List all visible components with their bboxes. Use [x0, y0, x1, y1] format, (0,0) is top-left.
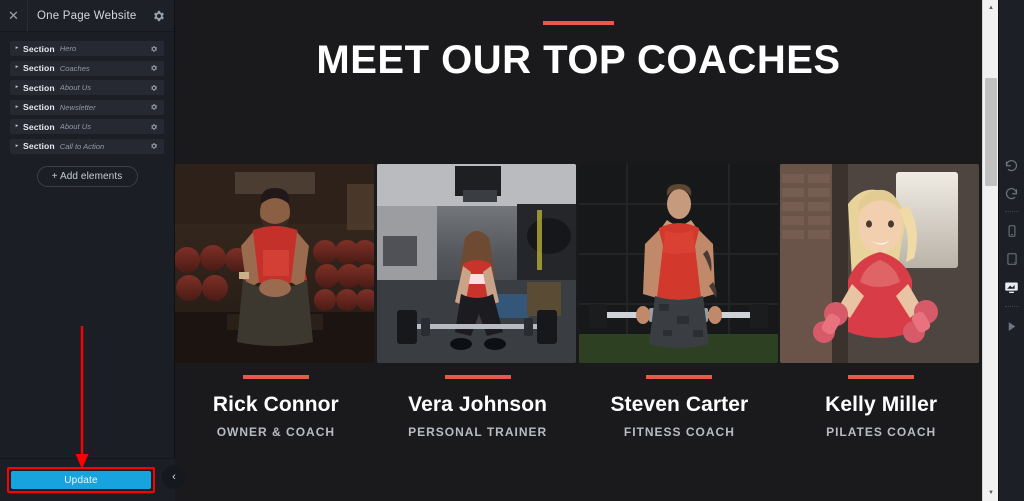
- panel-header: ✕ One Page Website: [0, 0, 174, 32]
- section-row[interactable]: ▸ Section Coaches: [10, 60, 164, 76]
- page-content: MEET OUR TOP COACHES Rick Connor OWNER &…: [175, 21, 982, 439]
- coach-photo-illustration: [578, 164, 778, 363]
- tablet-view-icon[interactable]: [999, 245, 1024, 273]
- mobile-view-icon[interactable]: [999, 217, 1024, 245]
- add-elements-button[interactable]: + Add elements: [36, 165, 138, 187]
- gear-icon[interactable]: [147, 119, 161, 134]
- expand-caret-icon[interactable]: ▸: [11, 65, 23, 71]
- section-name-label: Coaches: [59, 63, 90, 73]
- section-name-label: Hero: [59, 44, 77, 53]
- coach-name: Vera Johnson: [408, 393, 548, 416]
- section-row[interactable]: ▸ Section Hero: [10, 41, 164, 56]
- expand-caret-icon[interactable]: ▸: [11, 104, 23, 111]
- preview-play-icon[interactable]: [999, 312, 1024, 340]
- coach-card[interactable]: Steven Carter FITNESS COACH: [578, 164, 781, 439]
- heading-accent-divider: [543, 21, 614, 25]
- gear-icon[interactable]: [147, 139, 161, 154]
- gear-icon[interactable]: [144, 0, 174, 32]
- coaches-grid: Rick Connor OWNER & COACH Vera Johnson P…: [175, 164, 982, 439]
- page-title: MEET OUR TOP COACHES: [316, 38, 841, 82]
- gear-icon[interactable]: [147, 80, 161, 95]
- coach-card[interactable]: Rick Connor OWNER & COACH: [175, 164, 377, 439]
- coach-photo-illustration: [175, 164, 374, 363]
- coach-role: FITNESS COACH: [623, 425, 735, 439]
- gear-icon-glyph: [151, 65, 158, 72]
- update-button[interactable]: Update: [11, 471, 151, 489]
- expand-caret-icon[interactable]: ▸: [11, 143, 23, 150]
- gear-icon[interactable]: [147, 100, 161, 115]
- coach-accent-divider: [646, 375, 713, 379]
- section-type-label: Section: [23, 121, 55, 132]
- section-name-label: Call to Action: [59, 141, 105, 151]
- expand-caret-icon[interactable]: ▸: [11, 84, 23, 91]
- coach-role: PILATES COACH: [826, 425, 937, 439]
- section-row[interactable]: ▸ Section About Us: [10, 80, 164, 96]
- coach-photo-illustration: [376, 164, 576, 363]
- section-row[interactable]: ▸ Section Call to Action: [10, 138, 164, 154]
- desktop-view-icon[interactable]: [999, 273, 1024, 301]
- gear-icon[interactable]: [147, 61, 161, 76]
- gear-icon-glyph: [151, 84, 158, 91]
- section-name-label: About Us: [59, 83, 91, 93]
- right-toolbar: [998, 0, 1024, 501]
- section-type-label: Section: [23, 63, 55, 74]
- coach-photo-gym-dumbbells[interactable]: [175, 164, 374, 363]
- coach-role: OWNER & COACH: [216, 425, 336, 439]
- preview-play-icon-glyph: [1008, 321, 1016, 331]
- website-preview-canvas[interactable]: MEET OUR TOP COACHES Rick Connor OWNER &…: [175, 0, 982, 501]
- redo-icon[interactable]: [999, 178, 1024, 206]
- collapse-sidebar-button[interactable]: ‹: [162, 465, 186, 489]
- gear-icon[interactable]: [147, 41, 161, 56]
- toolbar-divider: [1004, 211, 1019, 212]
- canvas-scrollbar[interactable]: ▲ ▼: [982, 0, 998, 501]
- gear-icon-glyph: [151, 123, 158, 130]
- toolbar-divider: [1004, 306, 1019, 307]
- undo-icon[interactable]: [999, 150, 1024, 178]
- panel-title: One Page Website: [37, 9, 137, 22]
- gear-icon-glyph: [151, 104, 158, 111]
- undo-icon-glyph: [1005, 159, 1018, 171]
- scroll-up-arrow-icon[interactable]: ▲: [983, 0, 999, 16]
- coach-photo-illustration: [780, 164, 980, 363]
- left-sidebar: ✕ One Page Website ▸ Section Hero ▸ Sect…: [0, 0, 175, 501]
- section-name-label: Newsletter: [59, 102, 96, 112]
- expand-caret-icon[interactable]: ▸: [11, 45, 23, 52]
- gear-icon-glyph: [151, 45, 158, 52]
- coach-card[interactable]: Vera Johnson PERSONAL TRAINER: [376, 164, 579, 439]
- coach-role: PERSONAL TRAINER: [408, 425, 548, 439]
- annotation-arrow-icon: [75, 326, 89, 469]
- coach-accent-divider: [444, 375, 511, 379]
- mobile-view-icon-glyph: [1008, 225, 1015, 237]
- redo-icon-glyph: [1005, 187, 1018, 199]
- close-icon[interactable]: ✕: [0, 0, 28, 32]
- expand-caret-icon[interactable]: ▸: [11, 124, 23, 130]
- panel-footer: Update: [0, 458, 175, 501]
- section-name-label: About Us: [59, 122, 91, 132]
- coach-name: Kelly Miller: [825, 393, 938, 416]
- coach-name: Steven Carter: [610, 393, 749, 416]
- coach-card[interactable]: Kelly Miller PILATES COACH: [780, 164, 982, 439]
- desktop-view-icon-glyph: [1005, 282, 1018, 293]
- coach-accent-divider: [848, 375, 915, 379]
- coach-name: Rick Connor: [212, 393, 339, 416]
- section-type-label: Section: [23, 43, 55, 54]
- tablet-view-icon-glyph: [1006, 253, 1017, 265]
- section-type-label: Section: [23, 82, 55, 93]
- coach-accent-divider: [242, 375, 309, 379]
- gear-icon-glyph: [151, 143, 158, 150]
- section-row[interactable]: ▸ Section Newsletter: [10, 99, 164, 115]
- section-row[interactable]: ▸ Section About Us: [10, 119, 164, 135]
- website-builder-app: ✕ One Page Website ▸ Section Hero ▸ Sect…: [0, 0, 1024, 501]
- scroll-down-arrow-icon[interactable]: ▼: [983, 485, 999, 501]
- section-type-label: Section: [23, 102, 55, 113]
- coach-photo-barbell-curl[interactable]: [578, 164, 778, 363]
- gear-icon-glyph: [154, 10, 164, 21]
- section-list: ▸ Section Hero ▸ Section Coaches ▸ Secti…: [0, 32, 174, 154]
- coach-photo-dumbbells-brick[interactable]: [780, 164, 980, 363]
- section-type-label: Section: [23, 141, 55, 152]
- coach-photo-deadlift[interactable]: [376, 164, 576, 363]
- scrollbar-thumb[interactable]: [985, 78, 997, 186]
